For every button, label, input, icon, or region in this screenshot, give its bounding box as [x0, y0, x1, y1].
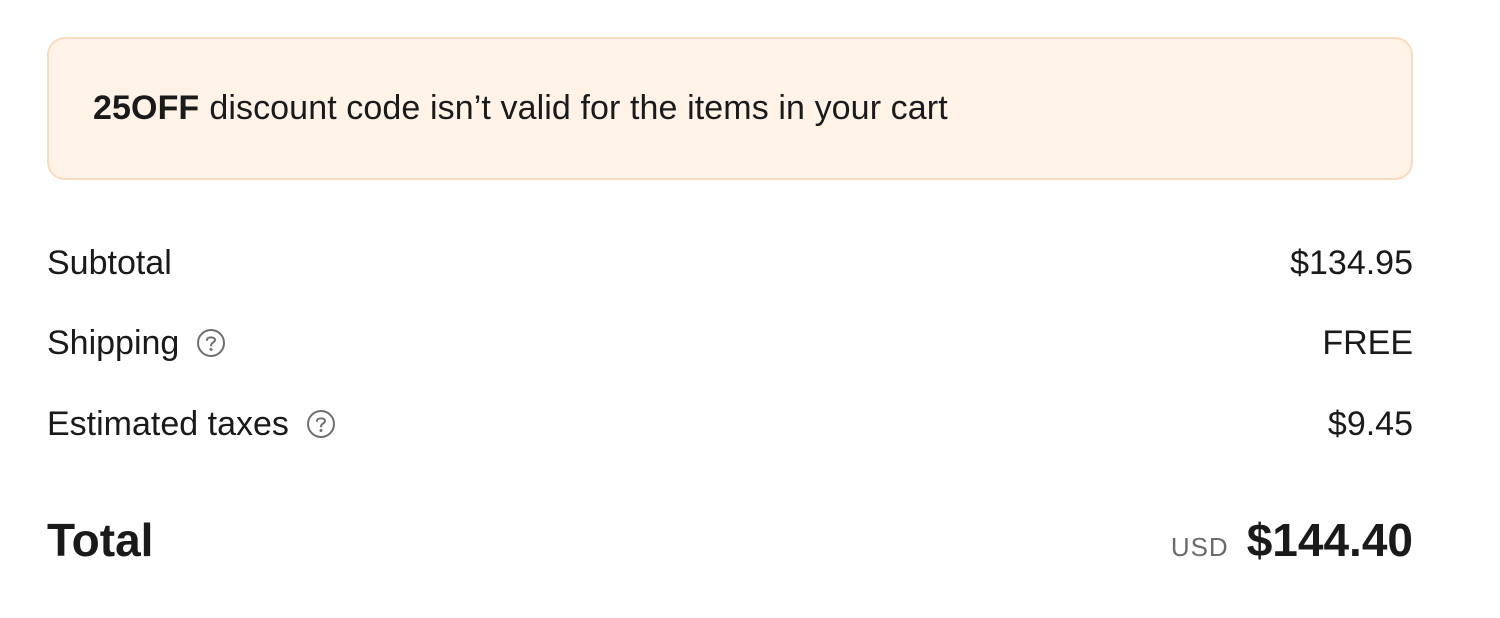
- subtotal-label: Subtotal: [47, 243, 172, 282]
- taxes-help-icon[interactable]: [305, 408, 337, 440]
- taxes-label: Estimated taxes: [47, 404, 289, 443]
- shipping-help-icon[interactable]: [195, 327, 227, 359]
- total-amount-group: USD $144.40: [1171, 513, 1413, 567]
- shipping-label: Shipping: [47, 323, 180, 362]
- discount-code: 25OFF: [93, 89, 200, 127]
- shipping-label-group: Shipping: [47, 324, 227, 363]
- shipping-value: FREE: [1322, 323, 1413, 362]
- total-currency: USD: [1170, 532, 1229, 562]
- taxes-label-group: Estimated taxes: [47, 405, 337, 444]
- total-label: Total: [47, 514, 154, 566]
- subtotal-row: Subtotal $134.95: [47, 240, 1413, 286]
- discount-error-banner: 25OFF discount code isn’t valid for the …: [47, 37, 1413, 180]
- total-row: Total USD $144.40: [47, 510, 1413, 570]
- taxes-value: $9.45: [1327, 404, 1413, 443]
- order-summary: 25OFF discount code isn’t valid for the …: [0, 0, 1500, 618]
- discount-error-message: discount code isn’t valid for the items …: [209, 89, 948, 127]
- taxes-row: Estimated taxes $9.45: [47, 401, 1413, 447]
- total-value: $144.40: [1246, 514, 1413, 566]
- shipping-row: Shipping FREE: [47, 320, 1413, 366]
- subtotal-value: $134.95: [1290, 243, 1413, 282]
